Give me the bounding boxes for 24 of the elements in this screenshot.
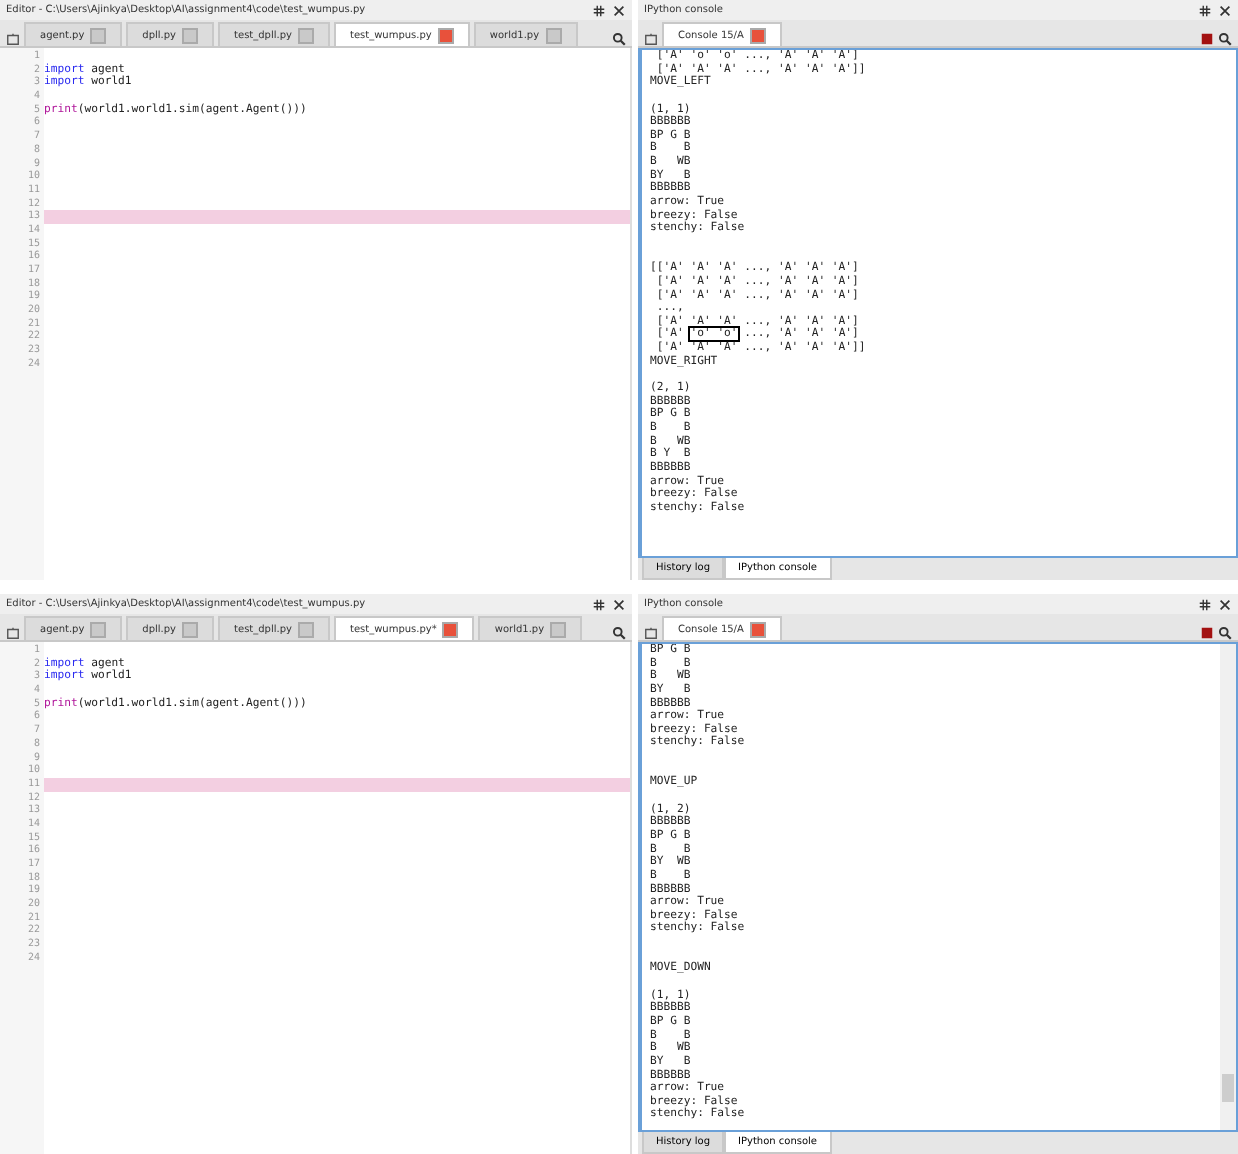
close-icon[interactable] [1218,597,1232,611]
search-icon[interactable] [1218,626,1232,640]
search-icon[interactable] [612,32,626,46]
tab-close-icon[interactable] [749,27,766,43]
undock-icon[interactable] [592,3,606,17]
tab-close-icon[interactable] [437,27,454,43]
tab-close-icon[interactable] [749,621,766,637]
close-icon[interactable] [612,3,626,17]
search-icon[interactable] [1218,32,1232,46]
browse-tabs-icon[interactable] [6,32,20,46]
stop-icon[interactable] [1200,32,1214,46]
browse-tabs-icon[interactable] [6,626,20,640]
scrollbar[interactable] [1220,644,1236,1130]
scrollbar-thumb[interactable] [1222,1074,1234,1102]
stop-icon[interactable] [1200,626,1214,640]
undock-icon[interactable] [592,597,606,611]
undock-icon[interactable] [1198,597,1212,611]
tab-close-icon[interactable] [442,621,459,637]
close-icon[interactable] [612,597,626,611]
search-icon[interactable] [612,626,626,640]
browse-tabs-icon[interactable] [644,626,658,640]
close-icon[interactable] [1218,3,1232,17]
undock-icon[interactable] [1198,3,1212,17]
browse-tabs-icon[interactable] [644,32,658,46]
